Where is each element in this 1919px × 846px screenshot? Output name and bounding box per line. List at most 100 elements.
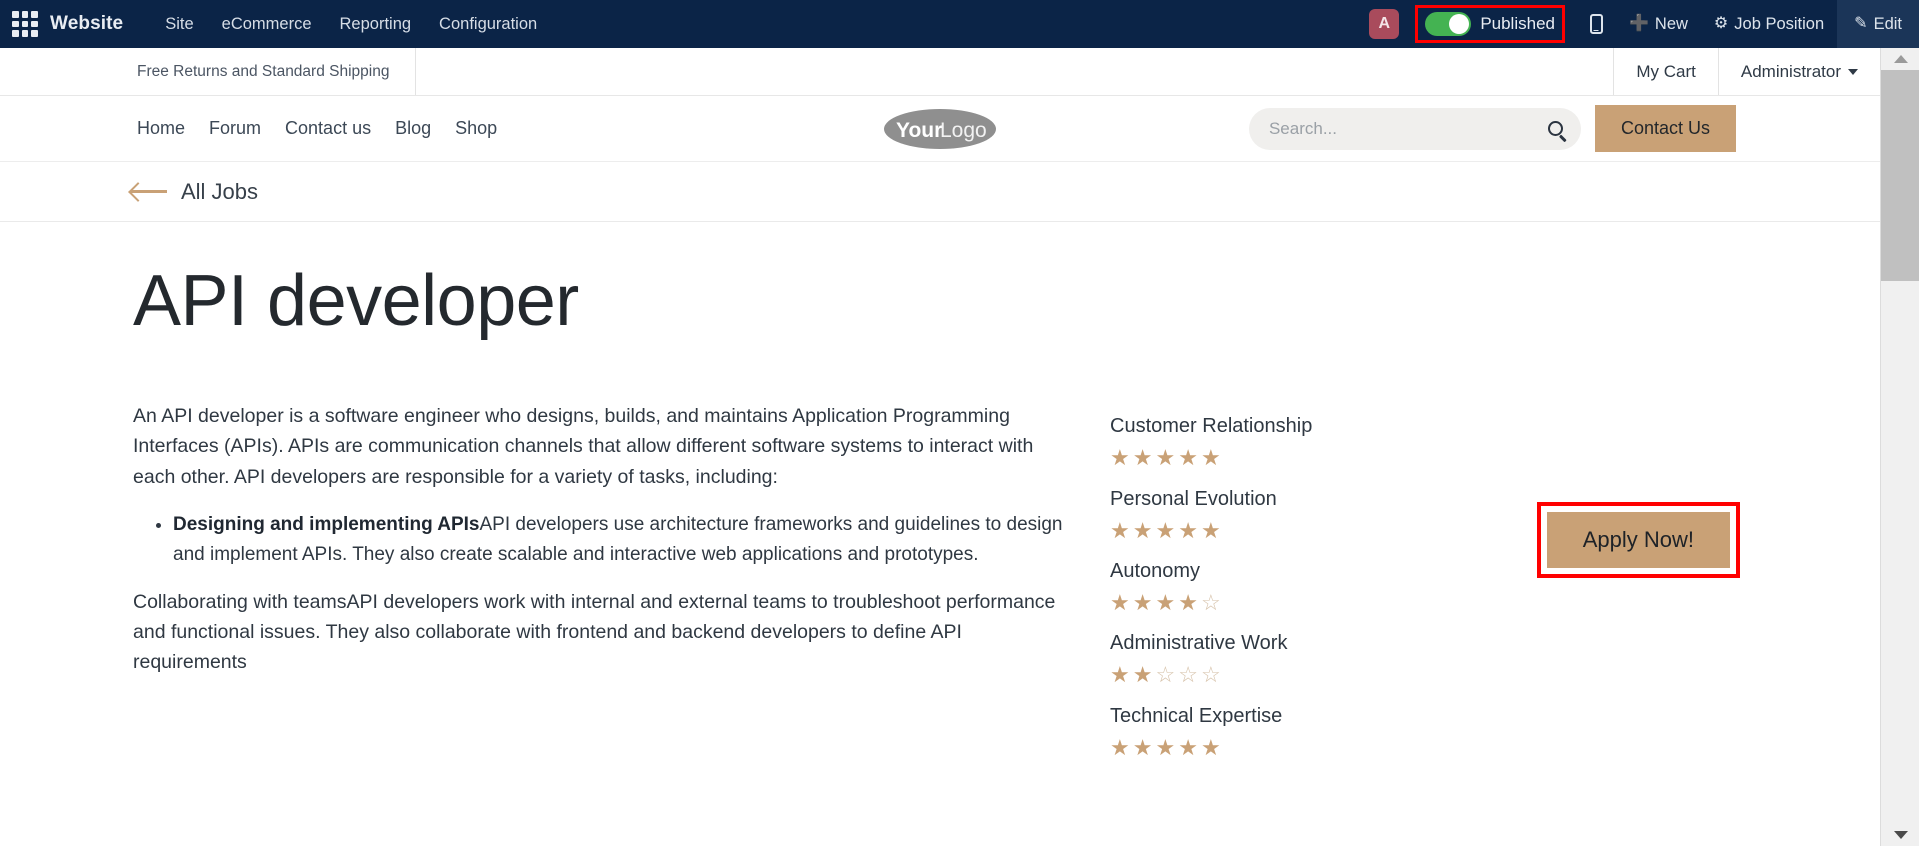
job-bullet-list: Designing and implementing APIsAPI devel… [133,510,1070,571]
nav-link-blog[interactable]: Blog [383,118,443,139]
backend-navbar-right: A ✓ Published ➕ New ⚙ Job Position ✎ Edi… [1369,0,1919,48]
check-circle-icon: ✓ [1451,16,1468,32]
rating-label: Customer Relationship [1110,415,1313,438]
star-filled-icon: ★ [1155,734,1179,760]
star-empty-icon: ☆ [1200,662,1224,688]
rating-label: Administrative Work [1110,632,1288,655]
search-icon[interactable] [1547,121,1563,136]
website-nav-right: Contact Us [1248,105,1880,152]
rating-item: Customer Relationship ★★★★★ [1110,413,1880,471]
rating-label: Autonomy [1110,559,1201,582]
website-nav-links: Home Forum Contact us Blog Shop [137,118,509,139]
all-jobs-label: All Jobs [181,178,259,204]
rating-label: Technical Expertise [1110,704,1283,727]
scroll-up-arrow[interactable] [1881,48,1919,70]
account-menu[interactable]: Administrator [1717,48,1880,95]
star-filled-icon: ★ [1110,445,1133,471]
job-intro-paragraph: An API developer is a software engineer … [133,405,1034,488]
rating-item: Personal Evolution ★★★★★ [1110,486,1880,544]
star-filled-icon: ★ [1200,734,1224,760]
apps-grid-icon[interactable] [12,11,38,37]
avatar[interactable]: A [1369,9,1400,39]
backend-menu: Site eCommerce Reporting Configuration [151,1,551,48]
star-filled-icon: ★ [1132,517,1156,543]
star-filled-icon: ★ [1155,445,1179,471]
mobile-preview-button[interactable] [1577,0,1616,48]
star-filled-icon: ★ [1110,662,1133,688]
published-toggle-switch[interactable]: ✓ [1425,12,1472,36]
new-button-label: New [1654,14,1688,33]
vertical-scrollbar[interactable] [1880,48,1919,846]
rating-label: Personal Evolution [1110,487,1277,510]
rating-item: Administrative Work ★★☆☆☆ [1110,630,1880,688]
star-filled-icon: ★ [1132,445,1156,471]
website-frontend: Free Returns and Standard Shipping My Ca… [0,48,1880,846]
backend-menu-reporting[interactable]: Reporting [326,1,426,48]
nav-link-forum[interactable]: Forum [197,118,273,139]
scrollbar-thumb[interactable] [1881,70,1919,281]
star-filled-icon: ★ [1178,517,1201,543]
plus-icon: ➕ [1628,15,1649,32]
edit-button[interactable]: ✎ Edit [1837,0,1919,48]
gear-icon: ⚙ [1713,15,1729,32]
backend-menu-configuration[interactable]: Configuration [425,1,551,48]
arrow-left-icon [131,190,167,193]
rating-item: Technical Expertise ★★★★★ [1110,703,1880,761]
backend-menu-ecommerce[interactable]: eCommerce [208,1,326,48]
pencil-icon: ✎ [1854,15,1868,32]
job-ratings-sidebar: Customer Relationship ★★★★★ Personal Evo… [1110,401,1880,775]
star-empty-icon: ☆ [1200,589,1224,615]
star-filled-icon: ★ [1132,662,1156,688]
backend-menu-site[interactable]: Site [151,1,207,48]
list-item: Designing and implementing APIsAPI devel… [173,510,1070,571]
job-position-label: Job Position [1734,14,1825,33]
star-filled-icon: ★ [1200,517,1224,543]
site-logo[interactable]: Your Logo [881,105,999,153]
website-main-nav: Home Forum Contact us Blog Shop Your Log… [0,96,1880,162]
new-button[interactable]: ➕ New [1616,0,1701,48]
job-description: An API developer is a software engineer … [0,401,1110,775]
account-name: Administrator [1740,61,1841,81]
rating-stars: ★★★★☆ [1110,590,1880,616]
my-cart-link[interactable]: My Cart [1613,48,1718,95]
svg-text:Logo: Logo [940,119,987,142]
all-jobs-back-link[interactable]: All Jobs [131,179,258,205]
breadcrumb: All Jobs [0,162,1880,222]
search-box[interactable] [1248,107,1581,150]
job-hero: API developer Apply Now! [0,222,1880,578]
nav-link-shop[interactable]: Shop [443,118,509,139]
backend-app-name[interactable]: Website [50,13,123,35]
nav-link-home[interactable]: Home [137,118,197,139]
chevron-down-icon [1848,68,1858,75]
page-title: API developer [133,261,579,341]
website-topbar: Free Returns and Standard Shipping My Ca… [0,48,1880,96]
edit-button-label: Edit [1873,14,1902,33]
star-empty-icon: ☆ [1155,662,1179,688]
contact-us-button[interactable]: Contact Us [1594,105,1736,152]
mobile-phone-icon [1589,14,1603,34]
published-toggle-group[interactable]: ✓ Published [1415,5,1565,43]
star-filled-icon: ★ [1110,589,1133,615]
job-paragraph-2: Collaborating with teamsAPI developers w… [133,590,1056,674]
search-input[interactable] [1266,117,1548,140]
rating-stars: ★★★★★ [1110,518,1880,544]
star-filled-icon: ★ [1132,589,1156,615]
star-filled-icon: ★ [1132,734,1156,760]
bullet-bold-lead: Designing and implementing APIs [173,513,480,535]
scroll-down-arrow[interactable] [1881,824,1919,846]
star-filled-icon: ★ [1200,445,1224,471]
rating-stars: ★★☆☆☆ [1110,662,1880,688]
rating-item: Autonomy ★★★★☆ [1110,558,1880,616]
nav-link-contact-us[interactable]: Contact us [273,118,383,139]
svg-text:Your: Your [896,119,942,142]
star-filled-icon: ★ [1178,589,1201,615]
star-filled-icon: ★ [1178,445,1201,471]
rating-stars: ★★★★★ [1110,735,1880,761]
promo-message: Free Returns and Standard Shipping [137,48,417,95]
published-label: Published [1480,14,1555,33]
apply-now-button[interactable]: Apply Now! [1546,512,1730,568]
apply-now-highlight-box: Apply Now! [1536,502,1740,578]
job-position-button[interactable]: ⚙ Job Position [1701,0,1837,48]
star-filled-icon: ★ [1178,734,1201,760]
odoo-top-navbar: Website Site eCommerce Reporting Configu… [0,0,1919,48]
